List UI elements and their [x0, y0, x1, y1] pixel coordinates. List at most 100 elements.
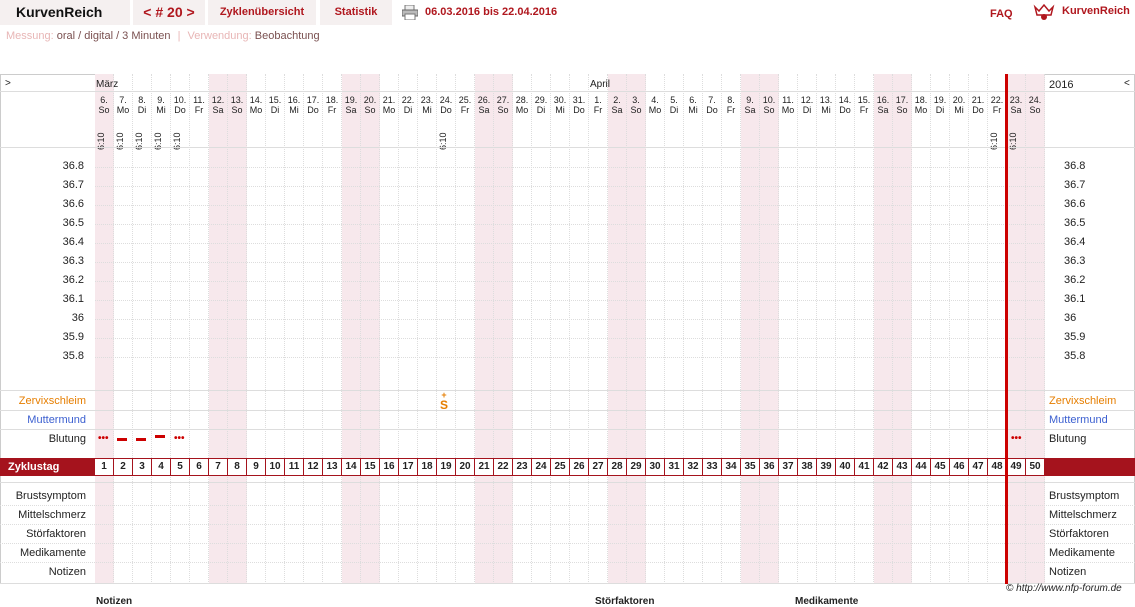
day-column[interactable]: 12. Sa [209, 74, 228, 584]
copyright[interactable]: © http://www.nfp-forum.de [1006, 583, 1122, 594]
day-column[interactable]: 17. Do [304, 74, 323, 584]
zyklustag-cell[interactable]: 14 [342, 459, 360, 475]
zyklustag-cell[interactable]: 47 [969, 459, 987, 475]
day-column[interactable]: 13. Mi [817, 74, 836, 584]
day-column[interactable]: 24. So [1026, 74, 1045, 584]
zyklustag-cell[interactable]: 18 [418, 459, 436, 475]
day-column[interactable]: 7. Mo 6:10 [114, 74, 133, 584]
zyklustag-cell[interactable]: 25 [551, 459, 569, 475]
day-column[interactable]: 31. Do [570, 74, 589, 584]
day-column[interactable]: 27. So [494, 74, 513, 584]
zyklustag-cell[interactable]: 34 [722, 459, 740, 475]
zyklustag-cell[interactable]: 37 [779, 459, 797, 475]
day-column[interactable]: 9. Sa [741, 74, 760, 584]
day-column[interactable]: 18. Mo [912, 74, 931, 584]
day-column[interactable]: 20. So [361, 74, 380, 584]
zyklustag-cell[interactable]: 27 [589, 459, 607, 475]
day-column[interactable]: 29. Di [532, 74, 551, 584]
zyklustag-cell[interactable]: 48 [988, 459, 1006, 475]
zyklustag-cell[interactable]: 19 [437, 459, 455, 475]
zyklustag-cell[interactable]: 30 [646, 459, 664, 475]
logo-text[interactable]: KurvenReich [1062, 5, 1130, 17]
day-column[interactable]: 28. Mo [513, 74, 532, 584]
printer-icon[interactable] [402, 5, 418, 20]
zyklustag-cell[interactable]: 5 [171, 459, 189, 475]
zyklustag-cell[interactable]: 29 [627, 459, 645, 475]
zyklustag-cell[interactable]: 21 [475, 459, 493, 475]
day-column[interactable]: 24. Do 6:10 [437, 74, 456, 584]
zyklustag-cell[interactable]: 11 [285, 459, 303, 475]
day-column[interactable]: 17. So [893, 74, 912, 584]
day-column[interactable]: 20. Mi [950, 74, 969, 584]
day-column[interactable]: 6. Mi [684, 74, 703, 584]
day-column[interactable]: 13. So [228, 74, 247, 584]
day-column[interactable]: 3. So [627, 74, 646, 584]
zyklustag-cell[interactable]: 17 [399, 459, 417, 475]
day-column[interactable]: 5. Di [665, 74, 684, 584]
day-column[interactable]: 16. Mi [285, 74, 304, 584]
day-column[interactable]: 11. Fr [190, 74, 209, 584]
zyklustag-cell[interactable]: 36 [760, 459, 778, 475]
zyklustag-cell[interactable]: 2 [114, 459, 132, 475]
zyklustag-cell[interactable]: 31 [665, 459, 683, 475]
zyklustag-cell[interactable]: 12 [304, 459, 322, 475]
zyklustag-cell[interactable]: 7 [209, 459, 227, 475]
zyklustag-cell[interactable]: 9 [247, 459, 265, 475]
faq-link[interactable]: FAQ [990, 8, 1013, 20]
day-column[interactable]: 10. Do 6:10 [171, 74, 190, 584]
day-column[interactable]: 1. Fr [589, 74, 608, 584]
day-column[interactable]: 4. Mo [646, 74, 665, 584]
day-column[interactable]: 15. Fr [855, 74, 874, 584]
zyklustag-cell[interactable]: 41 [855, 459, 873, 475]
day-column[interactable]: 16. Sa [874, 74, 893, 584]
day-column[interactable]: 14. Do [836, 74, 855, 584]
cycle-navigator[interactable]: < # 20 > [133, 0, 205, 25]
zyklustag-cell[interactable]: 22 [494, 459, 512, 475]
day-column[interactable]: 21. Mo [380, 74, 399, 584]
day-column[interactable]: 22. Di [399, 74, 418, 584]
day-column[interactable]: 23. Sa 6:10 [1007, 74, 1026, 584]
zyklustag-cell[interactable]: 16 [380, 459, 398, 475]
zyklustag-cell[interactable]: 38 [798, 459, 816, 475]
zyklustag-cell[interactable]: 42 [874, 459, 892, 475]
tab-zyklenuebersicht[interactable]: Zyklenübersicht [208, 0, 316, 25]
zyklustag-cell[interactable]: 1 [95, 459, 113, 475]
day-column[interactable]: 2. Sa [608, 74, 627, 584]
zyklustag-cell[interactable]: 6 [190, 459, 208, 475]
day-column[interactable]: 26. Sa [475, 74, 494, 584]
zyklustag-cell[interactable]: 46 [950, 459, 968, 475]
brand-title[interactable]: KurvenReich [0, 0, 130, 25]
zyklustag-cell[interactable]: 45 [931, 459, 949, 475]
zyklustag-cell[interactable]: 49 [1007, 459, 1025, 475]
day-column[interactable]: 14. Mo [247, 74, 266, 584]
zyklustag-cell[interactable]: 20 [456, 459, 474, 475]
zyklustag-cell[interactable]: 35 [741, 459, 759, 475]
zyklustag-cell[interactable]: 32 [684, 459, 702, 475]
zyklustag-cell[interactable]: 39 [817, 459, 835, 475]
day-column[interactable]: 6. So 6:10 [95, 74, 114, 584]
zyklustag-cell[interactable]: 23 [513, 459, 531, 475]
day-column[interactable]: 25. Fr [456, 74, 475, 584]
zyklustag-cell[interactable]: 15 [361, 459, 379, 475]
zyklustag-cell[interactable]: 4 [152, 459, 170, 475]
zyklustag-cell[interactable]: 26 [570, 459, 588, 475]
day-column[interactable]: 30. Mi [551, 74, 570, 584]
day-column[interactable]: 8. Fr [722, 74, 741, 584]
zyklustag-cell[interactable]: 28 [608, 459, 626, 475]
day-column[interactable]: 12. Di [798, 74, 817, 584]
scroll-left-button[interactable]: > [5, 78, 11, 89]
zyklustag-cell[interactable]: 40 [836, 459, 854, 475]
day-column[interactable]: 19. Sa [342, 74, 361, 584]
day-column[interactable]: 23. Mi [418, 74, 437, 584]
day-column[interactable]: 19. Di [931, 74, 950, 584]
logo-icon[interactable] [1033, 3, 1055, 21]
day-column[interactable]: 9. Mi 6:10 [152, 74, 171, 584]
zyklustag-cell[interactable]: 50 [1026, 459, 1044, 475]
zyklustag-cell[interactable]: 3 [133, 459, 151, 475]
day-column[interactable]: 10. So [760, 74, 779, 584]
day-column[interactable]: 7. Do [703, 74, 722, 584]
day-column[interactable]: 15. Di [266, 74, 285, 584]
zyklustag-cell[interactable]: 10 [266, 459, 284, 475]
zyklustag-cell[interactable]: 43 [893, 459, 911, 475]
day-column[interactable]: 8. Di 6:10 [133, 74, 152, 584]
